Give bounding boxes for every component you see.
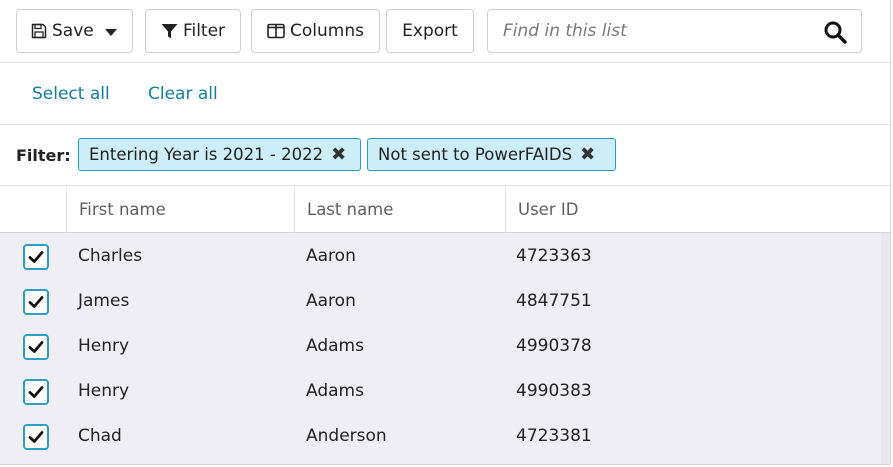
filter-chip-not-sent-powerfaids[interactable]: Not sent to PowerFAIDS ✖: [367, 138, 616, 171]
cell-user-id: 4723381: [516, 426, 592, 446]
checkmark-icon: [28, 296, 44, 308]
filter-chip-entering-year[interactable]: Entering Year is 2021 - 2022 ✖: [78, 138, 361, 171]
row-checkbox[interactable]: [23, 424, 49, 450]
export-button-label: Export: [402, 21, 458, 41]
vertical-scrollbar[interactable]: [881, 233, 889, 464]
remove-filter-icon[interactable]: ✖: [580, 144, 595, 165]
column-header-user-id[interactable]: User ID: [505, 186, 890, 233]
cell-first-name: James: [78, 291, 130, 311]
remove-filter-icon[interactable]: ✖: [331, 144, 346, 165]
active-filters-bar: Filter: Entering Year is 2021 - 2022 ✖ N…: [0, 125, 890, 186]
search-box: [487, 9, 862, 53]
cell-last-name: Anderson: [306, 426, 387, 446]
filter-button-label: Filter: [182, 21, 226, 41]
filter-chip-label: Entering Year is 2021 - 2022: [89, 145, 324, 164]
cell-first-name: Charles: [78, 246, 143, 266]
table-header: First name Last name User ID: [0, 186, 890, 233]
checkmark-icon: [28, 431, 44, 443]
table-body: Charles Aaron 4723363 James Aaron 484775…: [0, 233, 890, 464]
columns-button[interactable]: Columns: [251, 9, 380, 53]
row-checkbox[interactable]: [23, 289, 49, 315]
funnel-icon: [161, 23, 178, 40]
selection-bar: Select all Clear all: [0, 63, 890, 125]
column-header-first-name[interactable]: First name: [66, 186, 294, 233]
filter-chip-label: Not sent to PowerFAIDS: [378, 145, 573, 164]
search-icon[interactable]: [823, 20, 847, 48]
cell-last-name: Aaron: [306, 291, 356, 311]
cell-last-name: Adams: [306, 336, 364, 356]
list-view: Save Filter Columns Export Find in this …: [0, 0, 891, 465]
select-all-link[interactable]: Select all: [32, 84, 110, 104]
export-button[interactable]: Export: [386, 9, 474, 53]
cell-first-name: Chad: [78, 426, 122, 446]
toolbar: Save Filter Columns Export: [0, 0, 890, 63]
cell-last-name: Adams: [306, 381, 364, 401]
checkmark-icon: [28, 251, 44, 263]
cell-user-id: 4723363: [516, 246, 592, 266]
cell-user-id: 4847751: [516, 291, 592, 311]
save-button-label: Save: [52, 21, 94, 41]
cell-first-name: Henry: [78, 336, 130, 356]
search-input[interactable]: [488, 10, 808, 52]
columns-button-label: Columns: [290, 21, 364, 41]
cell-user-id: 4990383: [516, 381, 592, 401]
chevron-down-icon: [105, 29, 117, 36]
row-checkbox[interactable]: [23, 244, 49, 270]
checkmark-icon: [28, 386, 44, 398]
floppy-disk-icon: [31, 23, 47, 39]
checkmark-icon: [28, 341, 44, 353]
columns-icon: [267, 23, 285, 39]
column-header-last-name[interactable]: Last name: [294, 186, 505, 233]
filter-button[interactable]: Filter: [145, 9, 241, 53]
cell-user-id: 4990378: [516, 336, 592, 356]
cell-first-name: Henry: [78, 381, 130, 401]
row-checkbox[interactable]: [23, 334, 49, 360]
clear-all-link[interactable]: Clear all: [148, 84, 218, 104]
cell-last-name: Aaron: [306, 246, 356, 266]
save-button[interactable]: Save: [16, 9, 133, 53]
table-row[interactable]: Charles Aaron 4723363: [0, 233, 890, 278]
table-row[interactable]: Chad Anderson 4723381: [0, 413, 890, 458]
table-row[interactable]: Henry Adams 4990383: [0, 368, 890, 413]
table-row[interactable]: James Aaron 4847751: [0, 278, 890, 323]
row-checkbox[interactable]: [23, 379, 49, 405]
table-row[interactable]: Henry Adams 4990378: [0, 323, 890, 368]
filter-label: Filter:: [16, 146, 71, 165]
